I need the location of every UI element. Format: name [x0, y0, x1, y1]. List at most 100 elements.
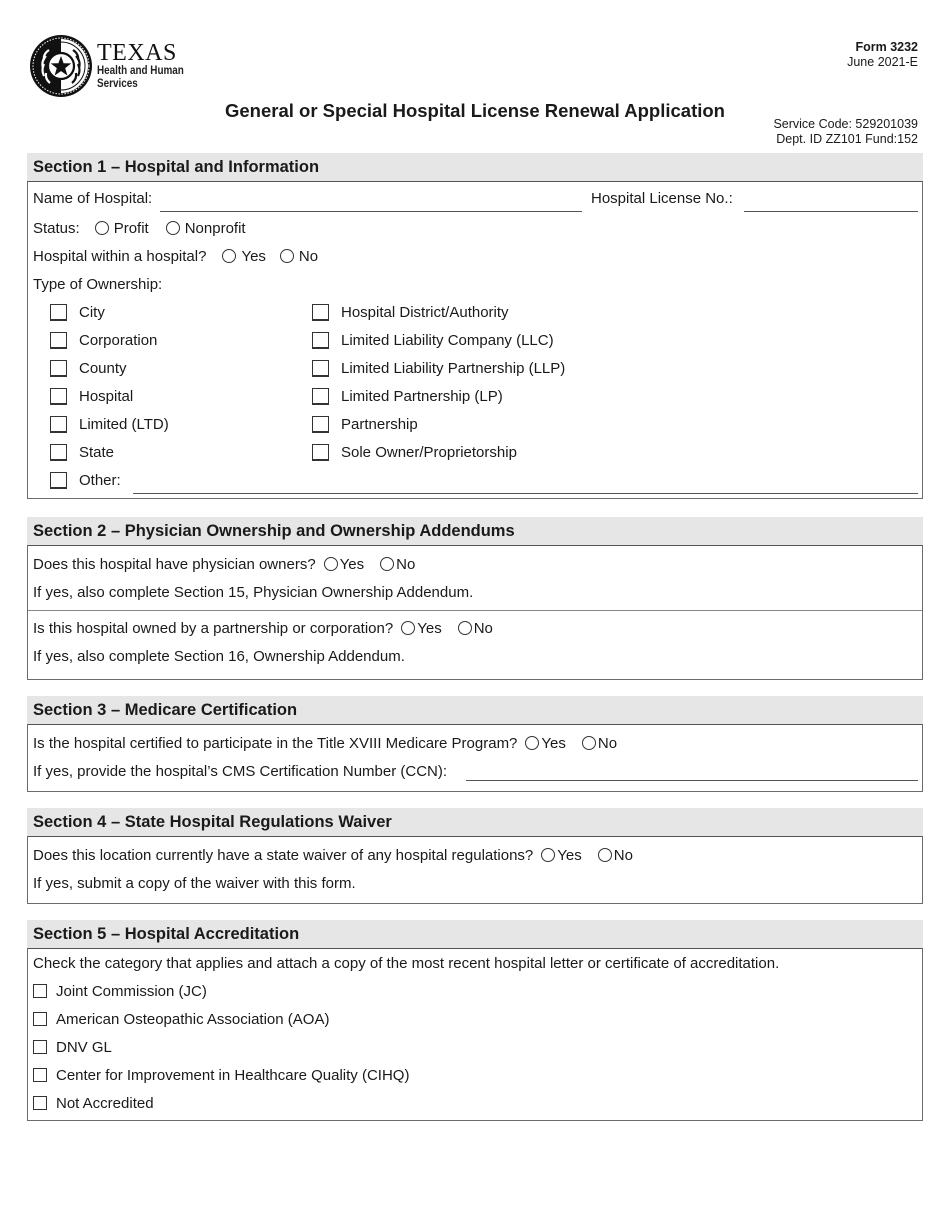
waiver-question: Does this location currently have a stat… [33, 846, 534, 864]
section-3: Section 3 – Medicare Certification Is th… [27, 696, 923, 792]
ownership-other[interactable]: Other: [50, 466, 121, 494]
checkbox[interactable] [50, 443, 67, 461]
radio-circle-icon [222, 249, 237, 263]
ownership-partnership[interactable]: Partnership [312, 410, 418, 438]
ownership-corporation[interactable]: Corporation [50, 326, 157, 354]
ownership-state[interactable]: State [50, 438, 114, 466]
checkbox[interactable] [312, 359, 329, 377]
physician-owners-no-radio[interactable]: No [380, 556, 415, 573]
checkbox[interactable] [33, 984, 47, 998]
section-2: Section 2 – Physician Ownership and Owne… [27, 517, 923, 680]
accreditation-cihq[interactable]: Center for Improvement in Healthcare Qua… [28, 1061, 922, 1089]
ownership-sole-owner[interactable]: Sole Owner/Proprietorship [312, 438, 517, 466]
ownership-options: City Corporation County Hospital Limited… [28, 298, 922, 494]
partnership-owned-yes-radio[interactable]: Yes [401, 620, 442, 637]
checkbox[interactable] [33, 1040, 47, 1054]
checkbox[interactable] [50, 387, 67, 405]
checkbox[interactable] [33, 1096, 47, 1110]
medicare-yes-radio[interactable]: Yes [525, 735, 566, 752]
radio-circle-icon [380, 557, 395, 571]
checkbox[interactable] [50, 331, 67, 349]
partnership-owned-question: Is this hospital owned by a partnership … [33, 619, 394, 637]
radio-circle-icon [525, 736, 540, 750]
accreditation-instructions: Check the category that applies and atta… [33, 954, 780, 972]
partnership-owned-no-radio[interactable]: No [457, 620, 493, 637]
checkbox[interactable] [50, 303, 67, 321]
hospital-name-label: Name of Hospital: [33, 189, 153, 207]
checkbox[interactable] [312, 443, 329, 461]
accreditation-jc[interactable]: Joint Commission (JC) [28, 977, 922, 1005]
ccn-input[interactable] [466, 759, 918, 781]
medicare-question: Is the hospital certified to participate… [33, 734, 518, 752]
accreditation-dnv-gl[interactable]: DNV GL [28, 1033, 922, 1061]
ownership-hospital-district[interactable]: Hospital District/Authority [312, 298, 509, 326]
physician-owners-note: If yes, also complete Section 15, Physic… [33, 583, 474, 601]
waiver-yes-radio[interactable]: Yes [541, 847, 582, 864]
hospital-name-input[interactable] [160, 190, 582, 212]
radio-circle-icon [541, 848, 556, 862]
ownership-llp[interactable]: Limited Liability Partnership (LLP) [312, 354, 565, 382]
status-nonprofit-radio[interactable]: Nonprofit [165, 220, 246, 237]
section-1: Section 1 – Hospital and Information Nam… [27, 153, 923, 499]
partnership-owned-note: If yes, also complete Section 16, Owners… [33, 647, 405, 665]
ownership-lp[interactable]: Limited Partnership (LP) [312, 382, 503, 410]
radio-circle-icon [401, 621, 416, 635]
section-2-title: Section 2 – Physician Ownership and Owne… [27, 517, 923, 545]
radio-circle-icon [279, 249, 294, 263]
hwh-yes-radio[interactable]: Yes [222, 248, 266, 265]
radio-circle-icon [94, 221, 109, 235]
section-5-title: Section 5 – Hospital Accreditation [27, 920, 923, 948]
status-label: Status: [33, 219, 80, 237]
license-number-input[interactable] [744, 190, 918, 212]
ownership-type-label: Type of Ownership: [33, 275, 163, 293]
license-number-label: Hospital License No.: [591, 189, 733, 207]
ownership-other-input[interactable] [133, 472, 918, 494]
hwh-no-radio[interactable]: No [279, 248, 318, 265]
section-4-title: Section 4 – State Hospital Regulations W… [27, 808, 923, 836]
service-code: Service Code: 529201039 [773, 117, 918, 131]
radio-circle-icon [457, 621, 472, 635]
section-1-title: Section 1 – Hospital and Information [27, 153, 923, 181]
physician-owners-yes-radio[interactable]: Yes [323, 556, 364, 573]
status-profit-radio[interactable]: Profit [94, 220, 149, 237]
radio-circle-icon [165, 221, 180, 235]
checkbox[interactable] [33, 1068, 47, 1082]
dept-fund: Dept. ID ZZ101 Fund:152 [776, 132, 918, 146]
waiver-note: If yes, submit a copy of the waiver with… [33, 874, 356, 892]
checkbox[interactable] [33, 1012, 47, 1026]
checkbox[interactable] [312, 387, 329, 405]
ownership-city[interactable]: City [50, 298, 105, 326]
ownership-county[interactable]: County [50, 354, 127, 382]
medicare-no-radio[interactable]: No [581, 735, 617, 752]
waiver-no-radio[interactable]: No [597, 847, 633, 864]
form-meta: Form 3232 June 2021-E [847, 40, 918, 70]
radio-circle-icon [323, 557, 338, 571]
service-meta: Service Code: 529201039 Dept. ID ZZ101 F… [773, 117, 918, 147]
logo-texas: TEXAS [97, 40, 177, 66]
form-date: June 2021-E [847, 55, 918, 69]
physician-owners-question: Does this hospital have physician owners… [33, 555, 316, 573]
checkbox[interactable] [312, 303, 329, 321]
checkbox[interactable] [312, 415, 329, 433]
logo-line3: Services [97, 78, 138, 90]
ownership-llc[interactable]: Limited Liability Company (LLC) [312, 326, 554, 354]
logo-line2: Health and Human [97, 65, 184, 77]
section-4: Section 4 – State Hospital Regulations W… [27, 808, 923, 904]
checkbox[interactable] [50, 471, 67, 489]
ccn-label: If yes, provide the hospital’s CMS Certi… [33, 762, 448, 780]
checkbox[interactable] [312, 331, 329, 349]
radio-circle-icon [581, 736, 596, 750]
ownership-limited[interactable]: Limited (LTD) [50, 410, 169, 438]
section-5: Section 5 – Hospital Accreditation Check… [27, 920, 923, 1121]
texas-seal-icon [30, 35, 92, 97]
radio-circle-icon [597, 848, 612, 862]
section-3-title: Section 3 – Medicare Certification [27, 696, 923, 724]
accreditation-not-accredited[interactable]: Not Accredited [28, 1089, 922, 1117]
accreditation-aoa[interactable]: American Osteopathic Association (AOA) [28, 1005, 922, 1033]
checkbox[interactable] [50, 415, 67, 433]
hospital-within-hospital-label: Hospital within a hospital? [33, 247, 207, 265]
ownership-hospital[interactable]: Hospital [50, 382, 133, 410]
form-number: Form 3232 [855, 40, 918, 54]
hhs-logo: TEXAS Health and Human Services [29, 34, 198, 98]
checkbox[interactable] [50, 359, 67, 377]
